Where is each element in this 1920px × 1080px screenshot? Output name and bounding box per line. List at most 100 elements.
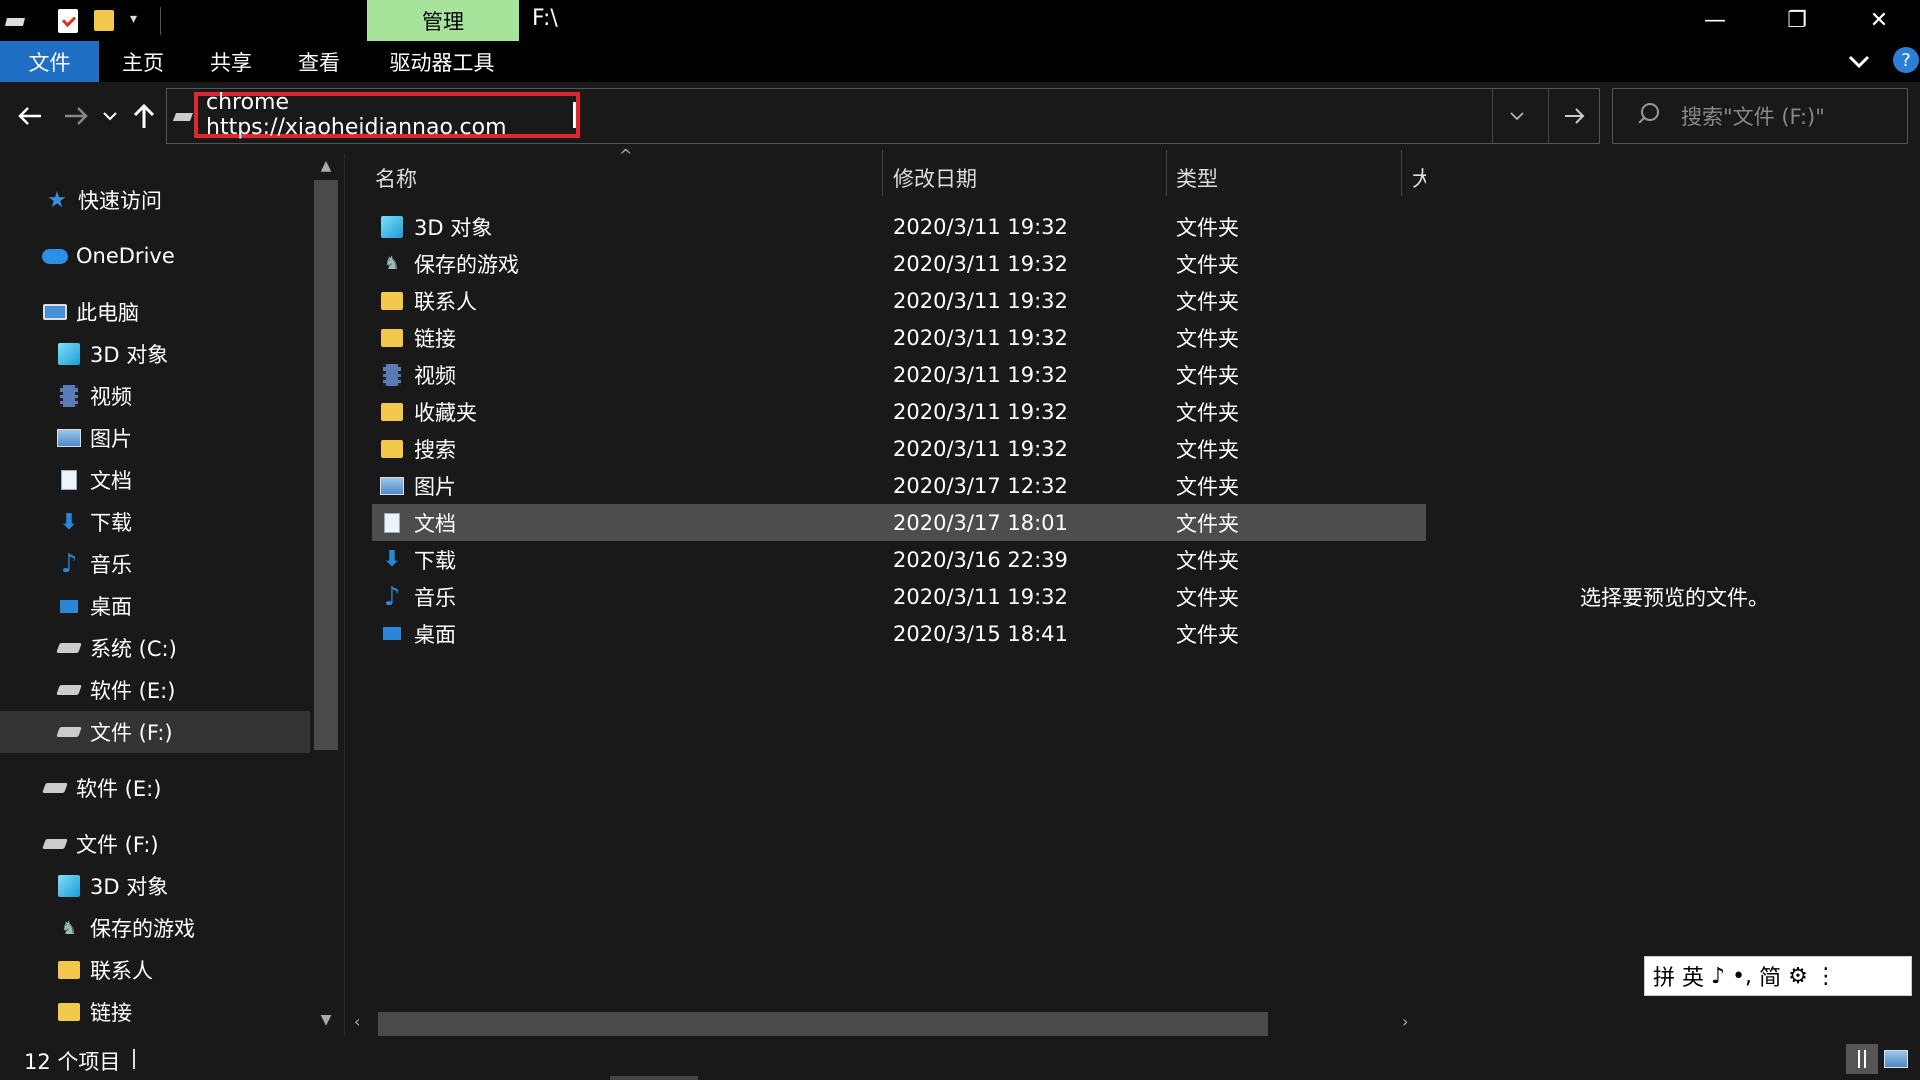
nav-item-label: 文件 (F:) xyxy=(76,833,159,857)
table-row[interactable]: ⬇ 下载 2020/3/16 22:39 文件夹 xyxy=(372,541,1426,578)
file-type: 文件夹 xyxy=(1176,252,1239,277)
scroll-right-icon[interactable]: › xyxy=(1402,1012,1422,1031)
nav-item-videos[interactable]: 视频 xyxy=(0,375,310,417)
scroll-down-icon[interactable]: ▼ xyxy=(312,1012,340,1032)
new-folder-icon[interactable] xyxy=(94,10,114,31)
restore-button[interactable]: ❐ xyxy=(1756,0,1838,41)
arrow-left-icon xyxy=(18,107,41,125)
context-tab-manage[interactable]: 管理 xyxy=(367,0,519,41)
contacts-icon xyxy=(56,957,82,983)
divider xyxy=(610,1076,698,1080)
go-button[interactable] xyxy=(1548,89,1598,143)
tab-file[interactable]: 文件 xyxy=(0,41,99,82)
tab-home[interactable]: 主页 xyxy=(99,41,187,82)
horizontal-scrollbar-thumb[interactable] xyxy=(378,1012,1268,1036)
nav-item-onedrive[interactable]: OneDrive xyxy=(0,235,310,277)
minimize-button[interactable]: — xyxy=(1674,0,1756,41)
chevron-down-icon[interactable] xyxy=(1846,48,1872,74)
column-header-date[interactable]: 修改日期 xyxy=(893,156,1163,200)
star-icon: ★ xyxy=(47,187,67,213)
file-date: 2020/3/11 19:32 xyxy=(893,214,1068,239)
table-row[interactable]: 3D 对象 2020/3/11 19:32 文件夹 xyxy=(372,208,1426,245)
nav-item-music[interactable]: ♪ 音乐 xyxy=(0,543,310,585)
ime-simplified-icon[interactable]: 简 xyxy=(1759,960,1781,992)
nav-item-pictures[interactable]: 图片 xyxy=(0,417,310,459)
cube-icon xyxy=(56,873,82,899)
nav-item-downloads[interactable]: ⬇ 下载 xyxy=(0,501,310,543)
file-name: 桌面 xyxy=(414,622,456,647)
file-name: 搜索 xyxy=(414,437,456,462)
nav-item-3d-objects-f[interactable]: 3D 对象 xyxy=(0,865,310,907)
address-input[interactable]: chrome https://xiaoheidiannao.com xyxy=(194,90,580,140)
table-row[interactable]: 图片 2020/3/17 12:32 文件夹 xyxy=(372,467,1426,504)
links-icon xyxy=(56,999,82,1025)
column-header-size[interactable]: 大 xyxy=(1412,156,1426,200)
tab-share[interactable]: 共享 xyxy=(187,41,275,82)
ime-pinyin-icon[interactable]: 拼 xyxy=(1653,960,1675,992)
tab-drive-tools[interactable]: 驱动器工具 xyxy=(363,41,521,82)
ime-more-icon[interactable]: ⋮ xyxy=(1815,964,1837,989)
properties-icon[interactable] xyxy=(58,9,78,33)
table-row[interactable]: ♞ 保存的游戏 2020/3/11 19:32 文件夹 xyxy=(372,245,1426,282)
close-button[interactable]: ✕ xyxy=(1838,0,1920,41)
nav-item-drive-f-root[interactable]: 文件 (F:) xyxy=(0,823,310,865)
address-history-dropdown[interactable] xyxy=(1492,89,1540,143)
nav-item-label: 文档 xyxy=(90,469,132,493)
column-header-name[interactable]: 名称 xyxy=(375,156,880,200)
file-date: 2020/3/11 19:32 xyxy=(893,251,1068,276)
video-icon xyxy=(378,361,406,389)
nav-item-label: 文件 (F:) xyxy=(90,721,173,745)
file-type: 文件夹 xyxy=(1176,289,1239,314)
nav-item-this-pc[interactable]: 此电脑 xyxy=(0,291,310,333)
ime-english-icon[interactable]: 英 xyxy=(1682,960,1704,992)
drive-icon xyxy=(173,113,193,121)
nav-item-drive-c[interactable]: 系统 (C:) xyxy=(0,627,310,669)
table-row[interactable]: 文档 2020/3/17 18:01 文件夹 xyxy=(372,504,1426,541)
back-button[interactable] xyxy=(10,96,50,136)
ime-toolbar[interactable]: 拼 英 ♪ •, 简 ⚙ ⋮ xyxy=(1644,956,1912,996)
table-row[interactable]: 桌面 2020/3/15 18:41 文件夹 xyxy=(372,615,1426,652)
table-row[interactable]: 链接 2020/3/11 19:32 文件夹 xyxy=(372,319,1426,356)
table-row[interactable]: 联系人 2020/3/11 19:32 文件夹 xyxy=(372,282,1426,319)
nav-item-drive-e-root[interactable]: 软件 (E:) xyxy=(0,767,310,809)
forward-button[interactable] xyxy=(56,96,96,136)
nav-scrollbar-thumb[interactable] xyxy=(314,180,338,750)
column-divider[interactable] xyxy=(1166,150,1167,196)
column-divider[interactable] xyxy=(882,150,883,196)
tab-view[interactable]: 查看 xyxy=(275,41,363,82)
large-icons-view-icon[interactable] xyxy=(1880,1044,1912,1074)
window-title: F:\ xyxy=(532,6,558,31)
video-icon xyxy=(56,383,82,409)
table-row[interactable]: 视频 2020/3/11 19:32 文件夹 xyxy=(372,356,1426,393)
help-button[interactable]: ? xyxy=(1893,47,1919,73)
table-row[interactable]: 收藏夹 2020/3/11 19:32 文件夹 xyxy=(372,393,1426,430)
ime-settings-icon[interactable]: ⚙ xyxy=(1788,964,1808,989)
table-row[interactable]: ♪ 音乐 2020/3/11 19:32 文件夹 xyxy=(372,578,1426,615)
nav-item-desktop[interactable]: 桌面 xyxy=(0,585,310,627)
scroll-left-icon[interactable]: ‹ xyxy=(354,1012,374,1031)
customize-quick-access-icon[interactable]: ▾ xyxy=(130,11,146,29)
nav-item-saved-games[interactable]: ♞ 保存的游戏 xyxy=(0,907,310,949)
column-divider[interactable] xyxy=(1401,150,1402,196)
details-view-icon[interactable] xyxy=(1846,1044,1878,1074)
nav-item-links[interactable]: 链接 xyxy=(0,991,310,1033)
ime-punctuation-icon[interactable]: •, xyxy=(1732,964,1752,989)
nav-item-contacts[interactable]: 联系人 xyxy=(0,949,310,991)
up-button[interactable] xyxy=(124,96,164,136)
saved-games-icon: ♞ xyxy=(60,917,78,939)
desktop-icon xyxy=(378,620,406,648)
search-input[interactable]: 搜索"文件 (F:)" xyxy=(1612,88,1908,144)
nav-item-3d-objects[interactable]: 3D 对象 xyxy=(0,333,310,375)
table-row[interactable]: 搜索 2020/3/11 19:32 文件夹 xyxy=(372,430,1426,467)
file-type: 文件夹 xyxy=(1176,363,1239,388)
file-name: 图片 xyxy=(414,474,456,499)
favorites-icon xyxy=(378,398,406,426)
recent-locations-button[interactable] xyxy=(98,96,122,136)
ime-sound-icon[interactable]: ♪ xyxy=(1711,964,1725,989)
column-header-type[interactable]: 类型 xyxy=(1176,156,1396,200)
scroll-up-icon[interactable]: ▲ xyxy=(312,158,340,178)
nav-item-drive-f[interactable]: 文件 (F:) xyxy=(0,711,310,753)
nav-item-documents[interactable]: 文档 xyxy=(0,459,310,501)
nav-item-quick-access[interactable]: ★ 快速访问 xyxy=(0,179,310,221)
nav-item-drive-e[interactable]: 软件 (E:) xyxy=(0,669,310,711)
